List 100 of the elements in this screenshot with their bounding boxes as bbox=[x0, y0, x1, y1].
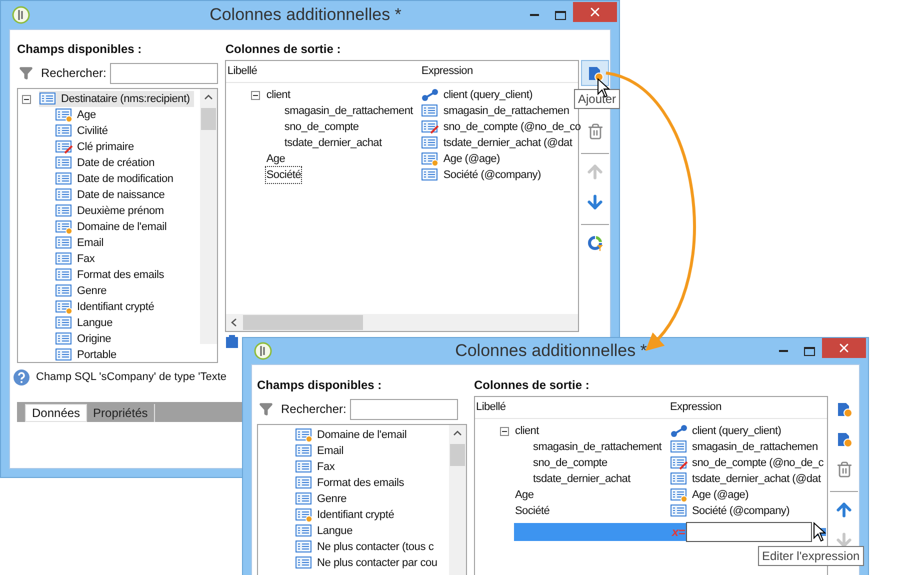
tree-item[interactable]: Langue bbox=[55, 314, 113, 332]
close-button[interactable] bbox=[822, 338, 866, 358]
search-label: Rechercher: bbox=[281, 401, 346, 418]
add-column-icon bbox=[835, 430, 853, 448]
add-column-icon bbox=[835, 400, 853, 418]
list-icon bbox=[421, 168, 440, 182]
tree-item[interactable]: Ne plus contacter par cou bbox=[295, 554, 438, 572]
scrollbar-thumb[interactable] bbox=[450, 444, 465, 466]
list-icon bbox=[55, 236, 73, 250]
help-icon bbox=[13, 369, 30, 386]
add-button[interactable] bbox=[581, 60, 610, 86]
filter-icon bbox=[259, 402, 273, 416]
tree-item[interactable]: Date de naissance bbox=[55, 186, 165, 204]
tree-item[interactable]: Portable bbox=[55, 346, 116, 362]
column-header[interactable]: Libellé bbox=[475, 399, 670, 416]
list-icon bbox=[55, 316, 73, 330]
list-icon bbox=[55, 124, 73, 138]
list-icon bbox=[55, 348, 73, 362]
section-heading: Colonnes de sortie : bbox=[474, 377, 590, 394]
tree-item[interactable]: Date de modification bbox=[55, 170, 174, 188]
tree-item[interactable]: Destinataire (nms:recipient) bbox=[39, 90, 194, 108]
list-icon bbox=[295, 556, 313, 570]
scroll-up-icon[interactable] bbox=[204, 94, 214, 100]
column-label: Société bbox=[515, 504, 550, 519]
collapse-icon[interactable] bbox=[500, 426, 509, 436]
column-header[interactable]: Libellé bbox=[226, 63, 422, 80]
column-expression: client (query_client) bbox=[443, 88, 532, 103]
tree-item[interactable]: Domaine de l'email bbox=[55, 218, 167, 236]
list-gear-icon bbox=[55, 300, 73, 314]
column-expression: tsdate_dernier_achat (@dat bbox=[692, 472, 821, 487]
tree-item[interactable]: Age bbox=[55, 106, 96, 124]
list-gear-icon bbox=[295, 508, 313, 522]
tree-item[interactable]: Domaine de l'email bbox=[295, 426, 407, 444]
list-icon bbox=[421, 136, 440, 150]
column-expression: Société (@company) bbox=[692, 504, 790, 519]
column-header[interactable]: Expression bbox=[670, 399, 722, 416]
tree-item[interactable]: Genre bbox=[55, 282, 107, 300]
column-label: sno_de_compte bbox=[533, 456, 608, 471]
list-icon bbox=[295, 524, 313, 538]
scrollbar[interactable] bbox=[449, 425, 466, 575]
column-expression: tsdate_dernier_achat (@dat bbox=[443, 136, 572, 151]
scroll-up-icon[interactable] bbox=[453, 430, 462, 436]
tree-item[interactable]: Ne plus contacter (tous c bbox=[295, 538, 434, 556]
scrollbar-thumb[interactable] bbox=[243, 315, 364, 330]
tree-item[interactable]: Date de création bbox=[55, 154, 155, 172]
collapse-icon[interactable] bbox=[22, 94, 31, 104]
tree-item[interactable]: Deuxième prénom bbox=[55, 202, 164, 220]
tooltip: Editer l'expression bbox=[758, 546, 864, 566]
list-key-icon bbox=[55, 140, 73, 154]
list-icon bbox=[670, 504, 688, 518]
list-gear-icon bbox=[55, 108, 73, 122]
trash-icon bbox=[586, 122, 604, 140]
tab[interactable]: Propriétés bbox=[87, 404, 155, 422]
link-icon bbox=[670, 424, 688, 438]
clipboard-icon bbox=[225, 335, 240, 349]
expression-field[interactable] bbox=[686, 522, 812, 542]
scrollbar[interactable] bbox=[226, 314, 578, 331]
search-field[interactable] bbox=[110, 62, 218, 84]
column-label: smagasin_de_rattachement bbox=[533, 440, 662, 455]
list-gear-icon bbox=[295, 428, 313, 442]
tree-item[interactable]: Fax bbox=[55, 250, 95, 268]
column-label: sno_de_compte bbox=[284, 120, 359, 135]
tree-item[interactable]: Langue bbox=[295, 522, 353, 540]
filter-icon bbox=[19, 66, 33, 80]
list-icon bbox=[421, 104, 440, 118]
column-label: Age bbox=[515, 488, 534, 503]
scrollbar[interactable] bbox=[200, 89, 218, 344]
scrollbar-thumb[interactable] bbox=[201, 108, 216, 130]
section-heading: Colonnes de sortie : bbox=[225, 41, 342, 58]
tree-item[interactable]: Civilité bbox=[55, 122, 108, 140]
section-heading: Champs disponibles : bbox=[17, 41, 143, 58]
column-expression: sno_de_compte (@no_de_c bbox=[692, 456, 824, 471]
list-icon bbox=[55, 204, 73, 218]
close-button[interactable] bbox=[573, 2, 617, 22]
list-icon bbox=[55, 268, 73, 282]
close-icon bbox=[588, 5, 602, 19]
list-icon bbox=[295, 460, 313, 474]
window-title: Colonnes additionnelles * bbox=[208, 4, 402, 26]
tree-item[interactable]: Identifiant crypté bbox=[295, 506, 394, 524]
list-icon bbox=[55, 332, 73, 346]
tree-item[interactable]: Genre bbox=[295, 490, 347, 508]
column-expression: Age (@age) bbox=[692, 488, 748, 503]
tree-item[interactable]: Identifiant crypté bbox=[55, 298, 154, 316]
tree-item[interactable]: Email bbox=[295, 442, 344, 460]
tree-item[interactable]: Fax bbox=[295, 458, 335, 476]
tree-item[interactable]: Format des emails bbox=[295, 474, 404, 492]
list-icon bbox=[295, 444, 313, 458]
column-expression: client (query_client) bbox=[692, 424, 782, 439]
tree-item[interactable]: Origine bbox=[55, 330, 112, 348]
tab[interactable]: Données bbox=[25, 404, 88, 422]
list-icon bbox=[670, 472, 688, 486]
list-icon bbox=[55, 172, 73, 186]
tree-item[interactable]: Email bbox=[55, 234, 104, 252]
column-header[interactable]: Expression bbox=[421, 63, 473, 80]
collapse-icon[interactable] bbox=[251, 90, 260, 100]
tree-item[interactable]: Clé primaire bbox=[55, 138, 134, 156]
expression-marker: x= bbox=[672, 524, 685, 541]
tree-item[interactable]: Format des emails bbox=[55, 266, 164, 284]
app-icon bbox=[254, 342, 272, 360]
search-field[interactable] bbox=[350, 398, 458, 420]
